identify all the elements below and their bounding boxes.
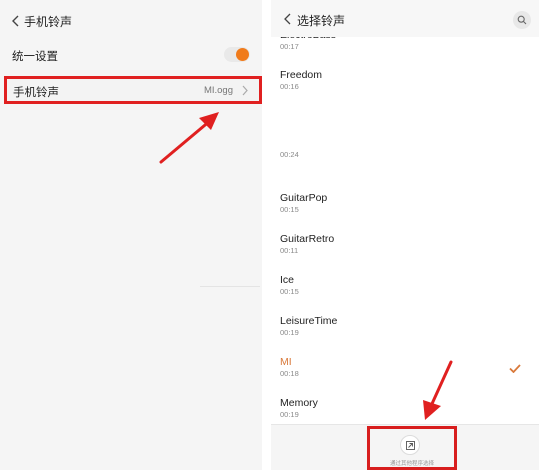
ringtone-settings-screen: 手机铃声 统一设置 手机铃声 MI.ogg <box>0 0 262 470</box>
ringtone-duration: 00:11 <box>280 246 299 255</box>
list-item[interactable]: GuitarPop 00:15 <box>280 191 539 215</box>
list-item[interactable]: Freedom 00:16 <box>280 68 539 92</box>
ringtone-name: Freedom <box>280 69 323 81</box>
ringtone-duration: 00:15 <box>280 205 299 214</box>
ringtone-duration: 00:24 <box>280 150 299 159</box>
search-button[interactable] <box>513 11 531 29</box>
back-arrow-icon[interactable] <box>9 14 23 28</box>
phone-ringtone-value: MI.ogg <box>203 85 233 96</box>
page-title: 选择铃声 <box>297 14 346 28</box>
red-arrow-annotation <box>423 360 453 420</box>
ringtone-duration: 00:18 <box>280 369 299 378</box>
ringtone-duration: 00:19 <box>280 328 299 337</box>
title-bar: 手机铃声 <box>0 5 262 37</box>
ringtone-name: Memory <box>280 397 318 409</box>
ringtone-duration: 00:19 <box>280 410 299 419</box>
ringtone-name: Ice <box>280 274 295 286</box>
phone-ringtone-row[interactable]: 手机铃声 MI.ogg <box>4 76 262 104</box>
list-item-selected[interactable]: MI 00:18 <box>280 355 539 379</box>
red-arrow-annotation <box>159 112 219 164</box>
choose-via-other-app-button[interactable]: 通过其他程序选择 <box>367 426 457 470</box>
open-external-icon-button <box>400 435 420 455</box>
search-icon <box>517 15 527 25</box>
list-item[interactable]: 00:24 <box>280 150 539 160</box>
choose-via-other-app-label: 通过其他程序选择 <box>389 461 434 467</box>
toggle-knob <box>236 48 249 61</box>
page-title: 手机铃声 <box>24 15 73 29</box>
ringtone-list[interactable]: ElectroBass 00:17 Freedom 00:16 00:24 Gu… <box>271 29 539 424</box>
title-bar: 选择铃声 <box>271 0 539 37</box>
ringtone-duration: 00:15 <box>280 287 299 296</box>
list-item[interactable]: LeisureTime 00:19 <box>280 314 539 338</box>
list-item[interactable]: GuitarRetro 00:11 <box>280 232 539 256</box>
ringtone-name: LeisureTime <box>280 315 338 327</box>
back-arrow-icon[interactable] <box>282 13 294 25</box>
chevron-right-icon <box>242 85 248 96</box>
open-external-icon <box>406 441 415 450</box>
list-item[interactable]: Ice 00:15 <box>280 273 539 297</box>
phone-ringtone-label: 手机铃声 <box>13 87 59 99</box>
ringtone-duration: 00:16 <box>280 82 299 91</box>
checkmark-icon <box>509 364 521 373</box>
list-item[interactable]: Memory 00:19 <box>280 396 539 420</box>
ringtone-duration: 00:17 <box>280 42 299 51</box>
ringtone-name: MI <box>280 356 292 368</box>
ringtone-name: GuitarPop <box>280 192 328 204</box>
select-ringtone-screen: ElectroBass 00:17 Freedom 00:16 00:24 Gu… <box>271 0 539 470</box>
unified-setting-row[interactable]: 统一设置 <box>0 38 262 72</box>
unified-setting-label: 统一设置 <box>12 51 58 63</box>
ringtone-name: GuitarRetro <box>280 233 335 245</box>
divider <box>200 286 260 287</box>
unified-setting-toggle[interactable] <box>224 47 250 62</box>
